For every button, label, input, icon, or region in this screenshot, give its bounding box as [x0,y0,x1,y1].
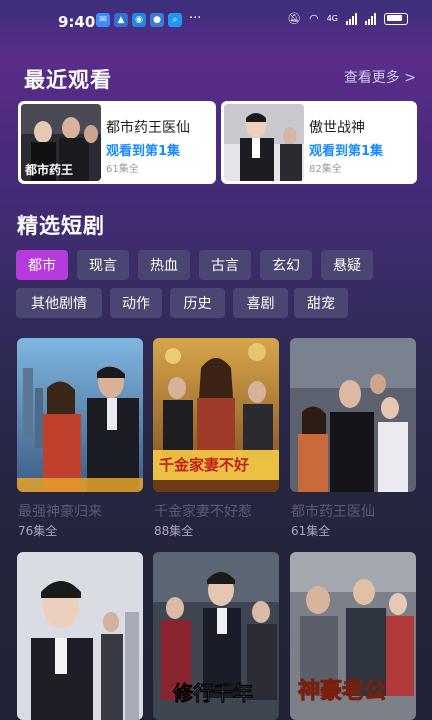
drama-title: 都市药王医仙 [291,504,375,520]
recent-card[interactable]: 傲世战神 观看到第1集 82集全 [221,101,417,184]
drama-title: 千金家妻不好惹 [154,504,252,520]
app-notification-icon: ▲ [114,13,128,27]
app-notification-icon: ● [150,13,164,27]
more-notifications-icon: ··· [189,11,202,26]
see-more-link[interactable]: 查看更多 > [344,67,416,87]
drama-poster[interactable]: 千金家妻不好 [153,338,279,492]
recent-progress: 观看到第1集 [106,144,181,159]
system-icons: 🔕︎ ◠ 4G [287,12,408,25]
category-chip[interactable]: 古言 [199,250,251,280]
recent-card[interactable]: 都市药王 都市药王医仙 观看到第1集 61集全 [18,101,216,184]
featured-section-title: 精选短剧 [17,214,105,238]
category-chip[interactable]: 历史 [170,288,225,318]
drama-poster[interactable] [17,552,143,720]
drama-episode-count: 88集全 [154,524,194,538]
drama-poster[interactable] [290,338,416,492]
recent-episode-count: 82集全 [309,164,342,175]
category-chip[interactable]: 玄幻 [260,250,312,280]
signal-icon [346,12,357,25]
poster-title-text: 修行千年 [172,681,253,705]
drama-title: 最强神豪归来 [18,504,102,520]
category-chip[interactable]: 悬疑 [321,250,373,280]
category-chip[interactable]: 甜宠 [294,288,348,318]
app-notification-icon: ◉ [132,13,146,27]
app-notification-icon: ✉ [96,13,110,27]
clock: 9:40 [58,13,96,31]
category-chip[interactable]: 动作 [110,288,162,318]
drama-episode-count: 61集全 [291,524,331,538]
battery-icon [384,12,408,25]
recent-title: 傲世战神 [309,120,365,136]
wifi-icon: ◠ [309,12,319,25]
poster-title-text: 神豪老公 [298,678,386,704]
drama-poster[interactable]: 修行千年 [153,552,279,720]
notification-icons: ✉ ▲ ◉ ● ⌕ ··· [96,11,202,27]
category-chip-active[interactable]: 都市 [16,250,68,280]
search-notification-icon: ⌕ [168,13,182,27]
svg-text:都市药王: 都市药王 [24,162,73,177]
category-chip[interactable]: 喜剧 [233,288,288,318]
recent-episode-count: 61集全 [106,164,139,175]
category-chip[interactable]: 其他剧情 [16,288,102,318]
recent-section-title: 最近观看 [24,68,112,92]
signal-icon-2 [365,12,376,25]
recent-thumbnail [224,104,304,181]
category-chip[interactable]: 热血 [138,250,190,280]
drama-poster[interactable] [17,338,143,492]
poster-title-text: 千金家妻不好 [159,456,249,474]
status-bar: 9:40 ✉ ▲ ◉ ● ⌕ ··· 🔕︎ ◠ 4G [0,0,432,44]
drama-poster[interactable]: 神豪老公 [290,552,416,720]
category-chip[interactable]: 现言 [77,250,129,280]
drama-episode-count: 76集全 [18,524,58,538]
mute-icon: 🔕︎ [287,12,302,25]
network-label: 4G [326,14,338,23]
recent-thumbnail: 都市药王 [21,104,101,181]
recent-progress: 观看到第1集 [309,144,384,159]
recent-title: 都市药王医仙 [106,120,190,136]
